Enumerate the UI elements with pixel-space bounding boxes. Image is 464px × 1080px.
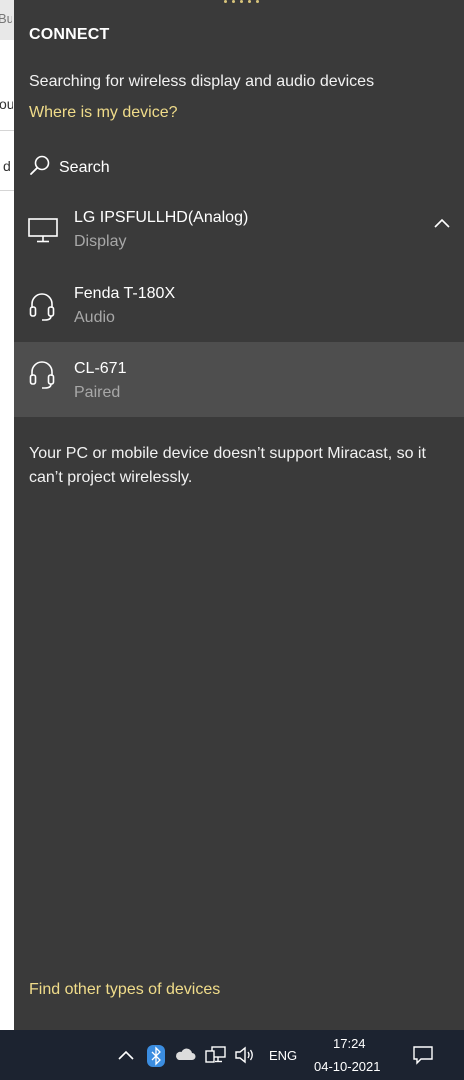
find-other-devices-link[interactable]: Find other types of devices xyxy=(29,981,220,999)
input-language-indicator[interactable]: ENG xyxy=(269,1048,297,1063)
background-divider xyxy=(0,190,14,191)
clock-date[interactable]: 04-10-2021 xyxy=(314,1059,381,1074)
volume-icon[interactable] xyxy=(234,1045,254,1065)
background-text-fragment: ou xyxy=(0,96,13,112)
flyout-title: CONNECT xyxy=(29,26,110,43)
background-divider xyxy=(0,130,14,131)
device-type: Audio xyxy=(74,309,115,326)
headset-icon xyxy=(28,292,56,321)
device-name: LG IPSFULLHD(Analog) xyxy=(74,209,249,226)
chevron-up-icon[interactable] xyxy=(116,1045,136,1065)
connect-flyout: CONNECT Searching for wireless display a… xyxy=(14,0,464,1030)
headset-icon xyxy=(28,360,56,389)
device-status: Paired xyxy=(74,384,121,401)
search-icon xyxy=(29,154,51,181)
search-status-text: Searching for wireless display and audio… xyxy=(29,73,375,90)
clock-time[interactable]: 17:24 xyxy=(333,1036,366,1051)
miracast-unsupported-message: Your PC or mobile device doesn’t support… xyxy=(29,445,426,486)
device-item-cl-671[interactable]: CL-671 Paired xyxy=(14,342,464,417)
device-item-fenda-audio[interactable]: Fenda T-180X Audio xyxy=(14,276,464,350)
device-item-lg-display[interactable]: LG IPSFULLHD(Analog) Display xyxy=(14,200,464,274)
device-type: Display xyxy=(74,233,127,250)
search-button[interactable]: Search xyxy=(29,154,110,181)
chevron-up-icon[interactable] xyxy=(432,214,452,234)
network-icon[interactable] xyxy=(205,1045,226,1065)
flyout-grip-handle[interactable] xyxy=(224,0,259,3)
device-name: CL-671 xyxy=(74,360,127,377)
bluetooth-icon[interactable] xyxy=(147,1045,167,1067)
screen: Bus ou d CONNECT Searching for wireless … xyxy=(0,0,464,1080)
taskbar: ENG 17:24 04-10-2021 xyxy=(0,1030,464,1080)
onedrive-cloud-icon[interactable] xyxy=(174,1045,196,1065)
action-center-icon[interactable] xyxy=(412,1044,434,1066)
where-is-my-device-link[interactable]: Where is my device? xyxy=(29,104,178,122)
monitor-icon xyxy=(28,216,58,244)
search-label: Search xyxy=(59,158,110,176)
background-tab-bar[interactable]: Bus xyxy=(0,0,14,40)
device-name: Fenda T-180X xyxy=(74,285,176,302)
background-tab-text: Bus xyxy=(0,11,12,26)
background-app-window[interactable]: Bus ou d xyxy=(0,0,14,1030)
